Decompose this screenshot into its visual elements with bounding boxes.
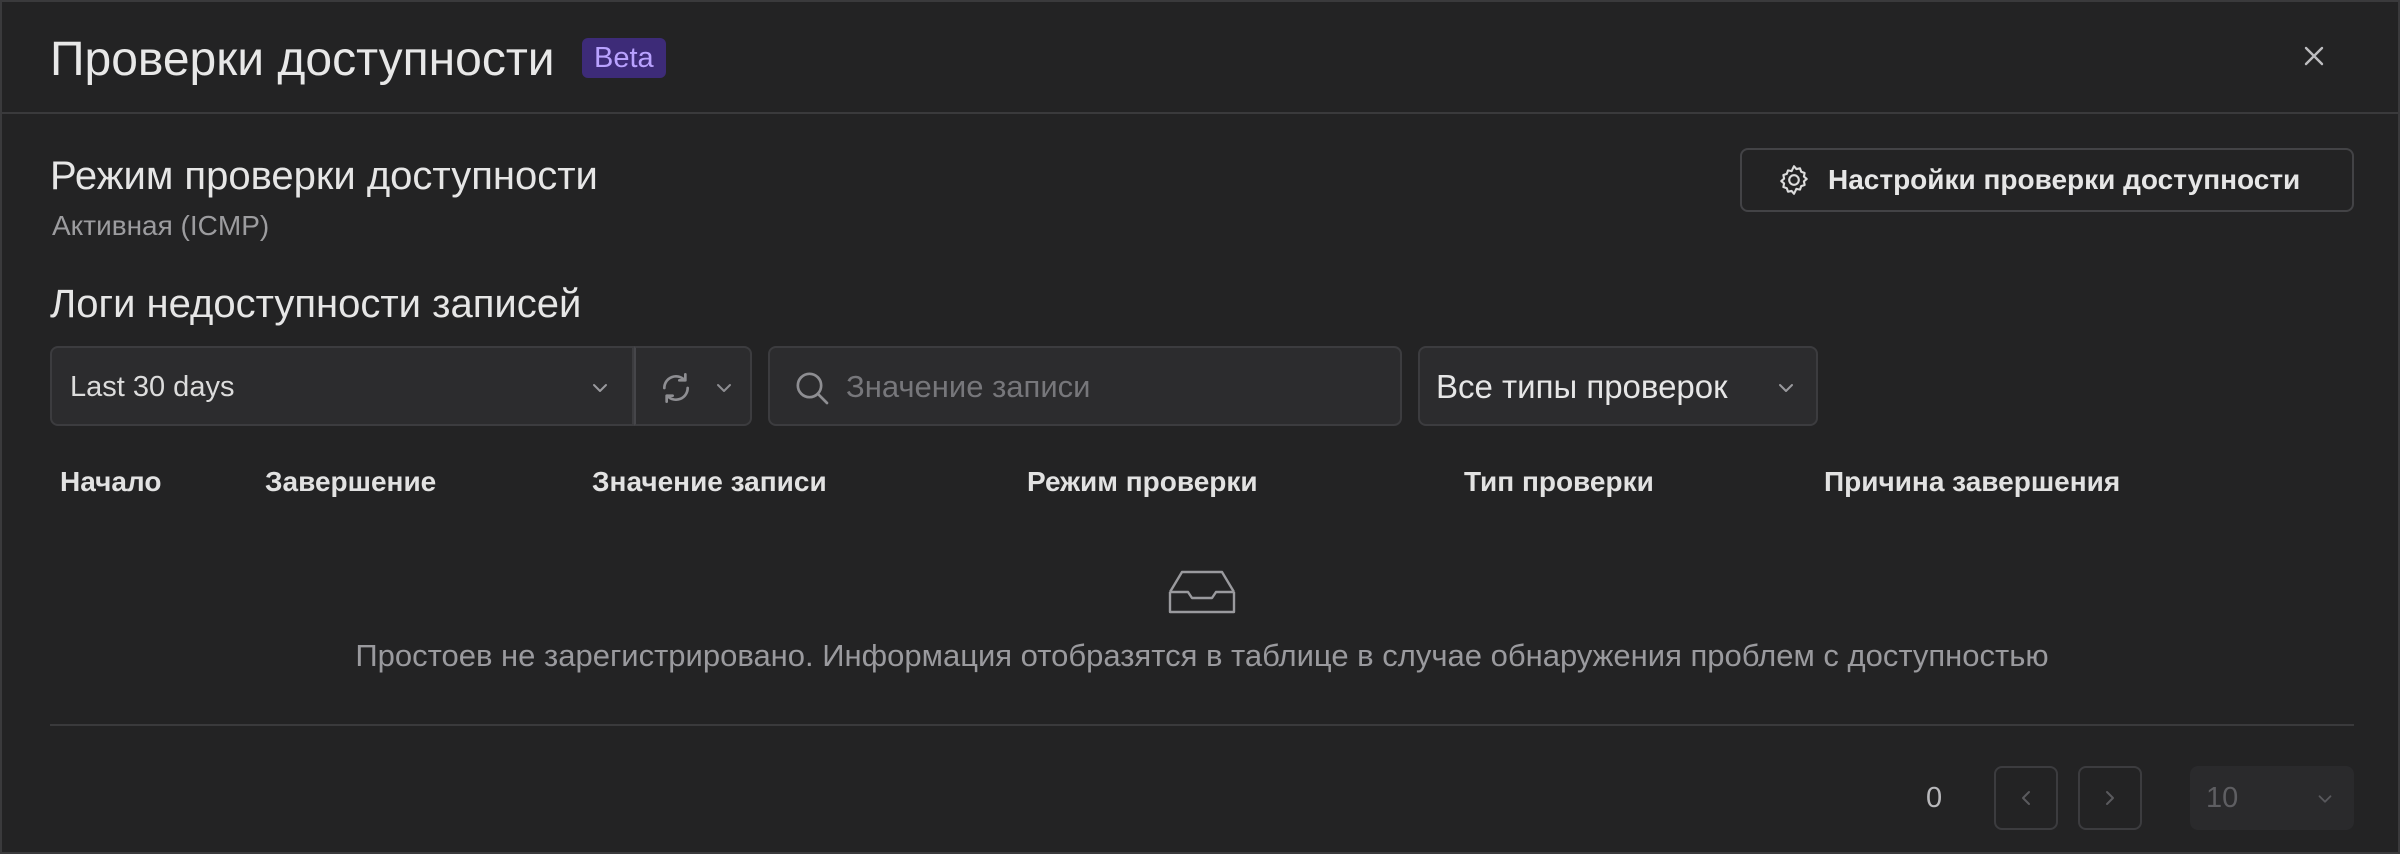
empty-inbox-icon: [1168, 570, 1236, 614]
refresh-button[interactable]: [634, 346, 752, 426]
dialog-header: Проверки доступности Beta: [2, 2, 2398, 114]
search-icon: [796, 372, 829, 405]
table-divider: [50, 724, 2354, 726]
chevron-right-icon: [2106, 791, 2114, 805]
chevron-down-icon: [593, 384, 607, 392]
next-page-button[interactable]: [2078, 766, 2142, 830]
mode-value: Активная (ICMP): [52, 210, 270, 241]
column-header-check-mode: Режим проверки: [1027, 466, 1258, 497]
date-range-select[interactable]: Last 30 days: [50, 346, 634, 426]
column-header-end-reason: Причина завершения: [1824, 466, 2121, 497]
beta-badge: Beta: [582, 38, 666, 78]
page-size-select[interactable]: 10: [2190, 766, 2354, 830]
chevron-down-icon: [717, 384, 731, 392]
check-type-select[interactable]: Все типы проверок: [1418, 346, 1818, 426]
column-header-record-value: Значение записи: [592, 466, 827, 497]
refresh-icon: [662, 373, 690, 403]
page-size-value: 10: [2206, 782, 2239, 814]
close-button[interactable]: [2298, 40, 2330, 72]
availability-settings-button[interactable]: Настройки проверки доступности: [1740, 148, 2354, 212]
mode-section-title: Режим проверки доступности: [50, 154, 598, 198]
close-icon: [2304, 46, 2324, 66]
column-header-check-type: Тип проверки: [1464, 466, 1654, 497]
check-type-value: Все типы проверок: [1436, 368, 1728, 405]
chevron-left-icon: [2022, 791, 2030, 805]
record-search: [768, 346, 1402, 426]
column-header-start: Начало: [60, 466, 162, 497]
logs-section-title: Логи недоступности записей: [50, 282, 582, 326]
chevron-down-icon: [1779, 384, 1793, 392]
availability-settings-label: Настройки проверки доступности: [1828, 164, 2301, 195]
dialog-title: Проверки доступности: [50, 33, 555, 86]
search-input[interactable]: [846, 360, 1386, 414]
availability-checks-dialog: Проверки доступности Beta Режим проверки…: [0, 0, 2400, 854]
column-header-end: Завершение: [265, 466, 437, 497]
date-range-value: Last 30 days: [70, 371, 235, 403]
empty-state-message: Простоев не зарегистрировано. Информация…: [355, 638, 2049, 673]
chevron-down-icon: [2318, 795, 2332, 803]
gear-icon: [1780, 165, 1808, 195]
total-count: 0: [1926, 782, 1943, 814]
prev-page-button[interactable]: [1994, 766, 2058, 830]
